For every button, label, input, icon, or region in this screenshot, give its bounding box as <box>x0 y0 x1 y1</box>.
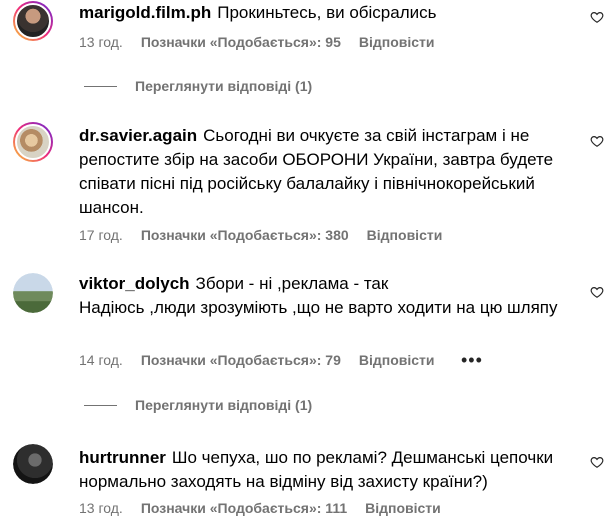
like-count[interactable]: Позначки «Подобається»: 79 <box>141 352 341 368</box>
like-count[interactable]: Позначки «Подобається»: 95 <box>141 34 341 50</box>
reply-button[interactable]: Відповісти <box>365 500 441 516</box>
comment-time: 13 год. <box>79 34 123 50</box>
comment-username[interactable]: viktor_dolych <box>79 274 190 293</box>
comment-time: 14 год. <box>79 352 123 368</box>
comment-username[interactable]: marigold.film.ph <box>79 3 211 22</box>
comment-username[interactable]: dr.savier.again <box>79 126 197 145</box>
avatar[interactable] <box>13 444 53 484</box>
comment-text: Збори - ні ,реклама - так <box>195 274 389 293</box>
view-replies-button[interactable]: Переглянути відповіді (1) <box>84 397 312 413</box>
view-replies-label: Переглянути відповіді (1) <box>135 397 313 413</box>
reply-button[interactable]: Відповісти <box>359 352 435 368</box>
heart-icon[interactable] <box>590 285 604 299</box>
comment-time: 13 год. <box>79 500 123 516</box>
avatar[interactable] <box>13 122 53 162</box>
reply-button[interactable]: Відповісти <box>359 34 435 50</box>
view-replies-label: Переглянути відповіді (1) <box>135 78 313 94</box>
comment-username[interactable]: hurtrunner <box>79 448 166 467</box>
like-count[interactable]: Позначки «Подобається»: 111 <box>141 500 347 516</box>
more-options-icon[interactable]: ••• <box>461 350 483 371</box>
avatar[interactable] <box>13 1 53 41</box>
comment-text: Надіюсь ,люди зрозуміють ,що не варто хо… <box>79 298 558 317</box>
heart-icon[interactable] <box>590 134 604 148</box>
like-count[interactable]: Позначки «Подобається»: 380 <box>141 227 349 243</box>
avatar[interactable] <box>13 273 53 313</box>
heart-icon[interactable] <box>590 10 604 24</box>
view-replies-button[interactable]: Переглянути відповіді (1) <box>84 78 312 94</box>
comment-text: Прокиньтесь, ви обісрались <box>217 3 437 22</box>
comments-panel: { "comments": [ { "username": "marigold.… <box>0 0 616 516</box>
reply-button[interactable]: Відповісти <box>367 227 443 243</box>
heart-icon[interactable] <box>590 455 604 469</box>
divider <box>84 404 117 406</box>
comment-time: 17 год. <box>79 227 123 243</box>
divider <box>84 85 117 87</box>
